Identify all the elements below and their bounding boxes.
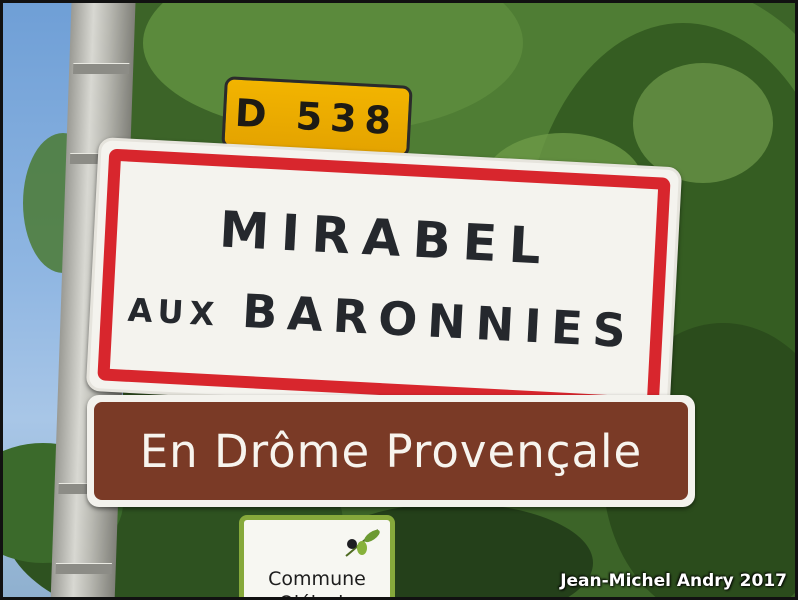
region-sign-panel: En Drôme Provençale (94, 402, 688, 500)
olive-commune-sign: Commune Oléicole (239, 515, 395, 597)
region-sign: En Drôme Provençale (87, 395, 695, 507)
road-number: D 538 (233, 90, 401, 144)
town-entry-sign: MIRABEL AUX BARONNIES (85, 137, 683, 422)
olive-sign-line1: Commune (268, 568, 366, 590)
olive-branch-icon (345, 529, 380, 557)
olive-sign-line2: Oléicole (244, 592, 390, 597)
town-sign-red-border (97, 148, 671, 410)
town-name-prefix: AUX (126, 290, 222, 334)
region-sign-text: En Drôme Provençale (139, 424, 643, 478)
photo-credit: Jean-Michel Andry 2017 (560, 571, 787, 591)
photo-frame: D 538 MIRABEL AUX BARONNIES En Drôme Prov… (0, 0, 798, 600)
